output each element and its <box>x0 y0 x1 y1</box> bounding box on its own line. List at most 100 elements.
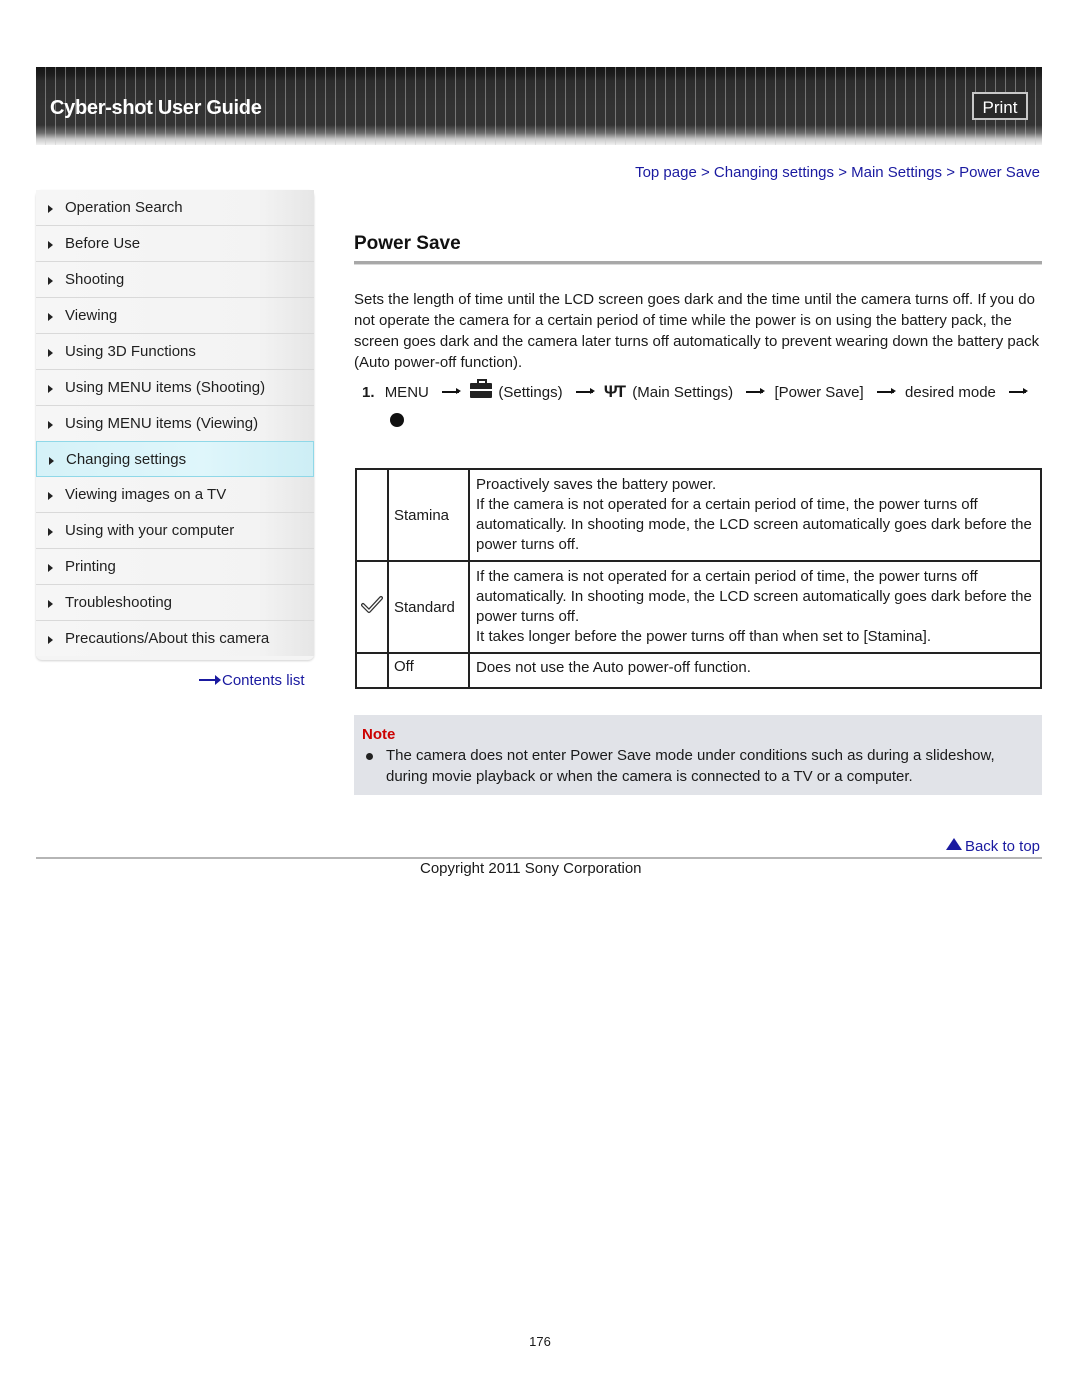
description-line: Does not use the Auto power-off function… <box>476 659 751 676</box>
print-button[interactable]: Print <box>972 92 1028 120</box>
table-row: Stamina Proactively saves the battery po… <box>355 468 1042 562</box>
checkmark-icon <box>361 596 383 613</box>
sidebar-item-label: Shooting <box>65 271 125 288</box>
sidebar-item-label: Viewing <box>65 307 118 324</box>
arrow-right-icon <box>48 277 53 285</box>
sidebar-item-shooting[interactable]: Shooting <box>36 262 314 298</box>
page-title: Power Save <box>354 233 461 254</box>
contents-list-link[interactable]: Contents list <box>199 672 305 689</box>
sidebar-nav: Operation Search Before Use Shooting Vie… <box>36 190 314 660</box>
sidebar-item-troubleshooting[interactable]: Troubleshooting <box>36 585 314 621</box>
bullet-icon <box>366 753 373 760</box>
description-line: Proactively saves the battery power. <box>476 476 717 493</box>
sidebar-item-viewing-on-tv[interactable]: Viewing images on a TV <box>36 477 314 513</box>
arrow-right-icon <box>442 389 462 394</box>
tools-icon: ΨT <box>603 382 626 401</box>
arrow-right-icon <box>49 457 54 465</box>
triangle-up-icon <box>945 838 962 850</box>
sidebar-item-label: Using MENU items (Shooting) <box>65 379 266 396</box>
table-row: Off Does not use the Auto power-off func… <box>355 652 1042 689</box>
description-line: It takes longer before the power turns o… <box>476 628 931 645</box>
mode-name: Standard <box>387 560 470 654</box>
breadcrumb-separator: > <box>700 164 710 181</box>
mode-description: Proactively saves the battery power. If … <box>468 468 1042 562</box>
arrow-right-icon <box>746 389 766 394</box>
sidebar-item-label: Using MENU items (Viewing) <box>65 415 259 432</box>
description-line: If the camera is not operated for a cert… <box>476 568 1032 625</box>
mode-name: Stamina <box>387 468 470 562</box>
contents-list-label: Contents list <box>222 672 305 689</box>
sidebar-item-precautions[interactable]: Precautions/About this camera <box>36 621 314 656</box>
back-to-top-link[interactable]: Back to top <box>945 838 1040 855</box>
arrow-right-icon <box>48 636 53 644</box>
arrow-right-icon <box>48 600 53 608</box>
note-label: Note <box>362 726 396 743</box>
center-button-dot-icon <box>390 413 404 427</box>
guide-title: Cyber-shot User Guide <box>50 97 262 119</box>
arrow-right-icon <box>575 389 595 394</box>
mode-name: Off <box>387 652 470 689</box>
mode-description: If the camera is not operated for a cert… <box>468 560 1042 654</box>
breadcrumb-separator: > <box>946 164 955 181</box>
mode-icon-cell <box>355 560 389 654</box>
breadcrumb-separator: > <box>838 164 847 181</box>
sidebar-item-label: Printing <box>65 558 116 575</box>
toolbox-icon <box>470 379 493 398</box>
note-box: Note The camera does not enter Power Sav… <box>354 715 1042 795</box>
arrow-right-icon <box>48 564 53 572</box>
title-divider <box>354 261 1042 265</box>
arrow-right-icon <box>48 385 53 393</box>
sidebar-item-label: Using with your computer <box>65 522 235 539</box>
table-row: Standard If the camera is not operated f… <box>355 560 1042 654</box>
mode-icon-cell <box>355 652 389 689</box>
sidebar-item-operation-search[interactable]: Operation Search <box>36 190 314 226</box>
arrow-right-icon <box>1009 389 1029 394</box>
step-settings: (Settings) <box>498 384 563 401</box>
copyright-text: Copyright 2011 Sony Corporation <box>420 860 642 877</box>
step-main-settings: (Main Settings) <box>632 384 734 401</box>
arrow-right-icon <box>199 675 221 686</box>
sidebar-item-label: Changing settings <box>66 451 187 468</box>
sidebar-item-label: Before Use <box>65 235 141 252</box>
step-menu: MENU <box>384 384 429 401</box>
intro-paragraph: Sets the length of time until the LCD sc… <box>354 291 1040 371</box>
page-number: 176 <box>529 1334 551 1349</box>
breadcrumb-top-page[interactable]: Top page <box>635 164 697 181</box>
breadcrumb-main-settings[interactable]: Main Settings <box>851 164 942 181</box>
sidebar-item-label: Precautions/About this camera <box>65 630 270 647</box>
back-to-top-label: Back to top <box>964 838 1040 855</box>
sidebar-item-label: Using 3D Functions <box>65 343 196 360</box>
step-power-save: [Power Save] <box>774 384 864 401</box>
mode-description: Does not use the Auto power-off function… <box>468 652 1042 689</box>
arrow-right-icon <box>876 389 896 394</box>
breadcrumb-power-save[interactable]: Power Save <box>959 164 1040 181</box>
sidebar-item-before-use[interactable]: Before Use <box>36 226 314 262</box>
footer-divider <box>36 857 1042 859</box>
sidebar-item-using-3d-functions[interactable]: Using 3D Functions <box>36 334 314 370</box>
arrow-right-icon <box>48 241 53 249</box>
description-line: If the camera is not operated for a cert… <box>476 496 1032 553</box>
arrow-right-icon <box>48 528 53 536</box>
sidebar-item-viewing[interactable]: Viewing <box>36 298 314 334</box>
sidebar-item-label: Operation Search <box>65 199 183 216</box>
sidebar-item-changing-settings[interactable]: Changing settings <box>36 441 314 477</box>
mode-icon-cell <box>355 468 389 562</box>
procedure-step: 1. MENU (Settings) ΨT (Main Settings) [P… <box>362 379 1033 402</box>
sidebar-item-label: Troubleshooting <box>65 594 173 611</box>
sidebar-item-label: Viewing images on a TV <box>65 486 227 503</box>
note-text: The camera does not enter Power Save mod… <box>386 747 995 785</box>
header-banner: Cyber-shot User Guide Print <box>36 67 1042 145</box>
sidebar-item-menu-shooting[interactable]: Using MENU items (Shooting) <box>36 370 314 406</box>
sidebar-item-using-with-computer[interactable]: Using with your computer <box>36 513 314 549</box>
sidebar-item-menu-viewing[interactable]: Using MENU items (Viewing) <box>36 406 314 442</box>
step-number: 1. <box>362 384 375 401</box>
arrow-right-icon <box>48 313 53 321</box>
arrow-right-icon <box>48 421 53 429</box>
step-desired-mode: desired mode <box>905 384 996 401</box>
arrow-right-icon <box>48 349 53 357</box>
modes-table: Stamina Proactively saves the battery po… <box>355 468 1042 689</box>
breadcrumb: Top page > Changing settings > Main Sett… <box>635 164 1040 181</box>
arrow-right-icon <box>48 205 53 213</box>
breadcrumb-changing-settings[interactable]: Changing settings <box>714 164 834 181</box>
sidebar-item-printing[interactable]: Printing <box>36 549 314 585</box>
